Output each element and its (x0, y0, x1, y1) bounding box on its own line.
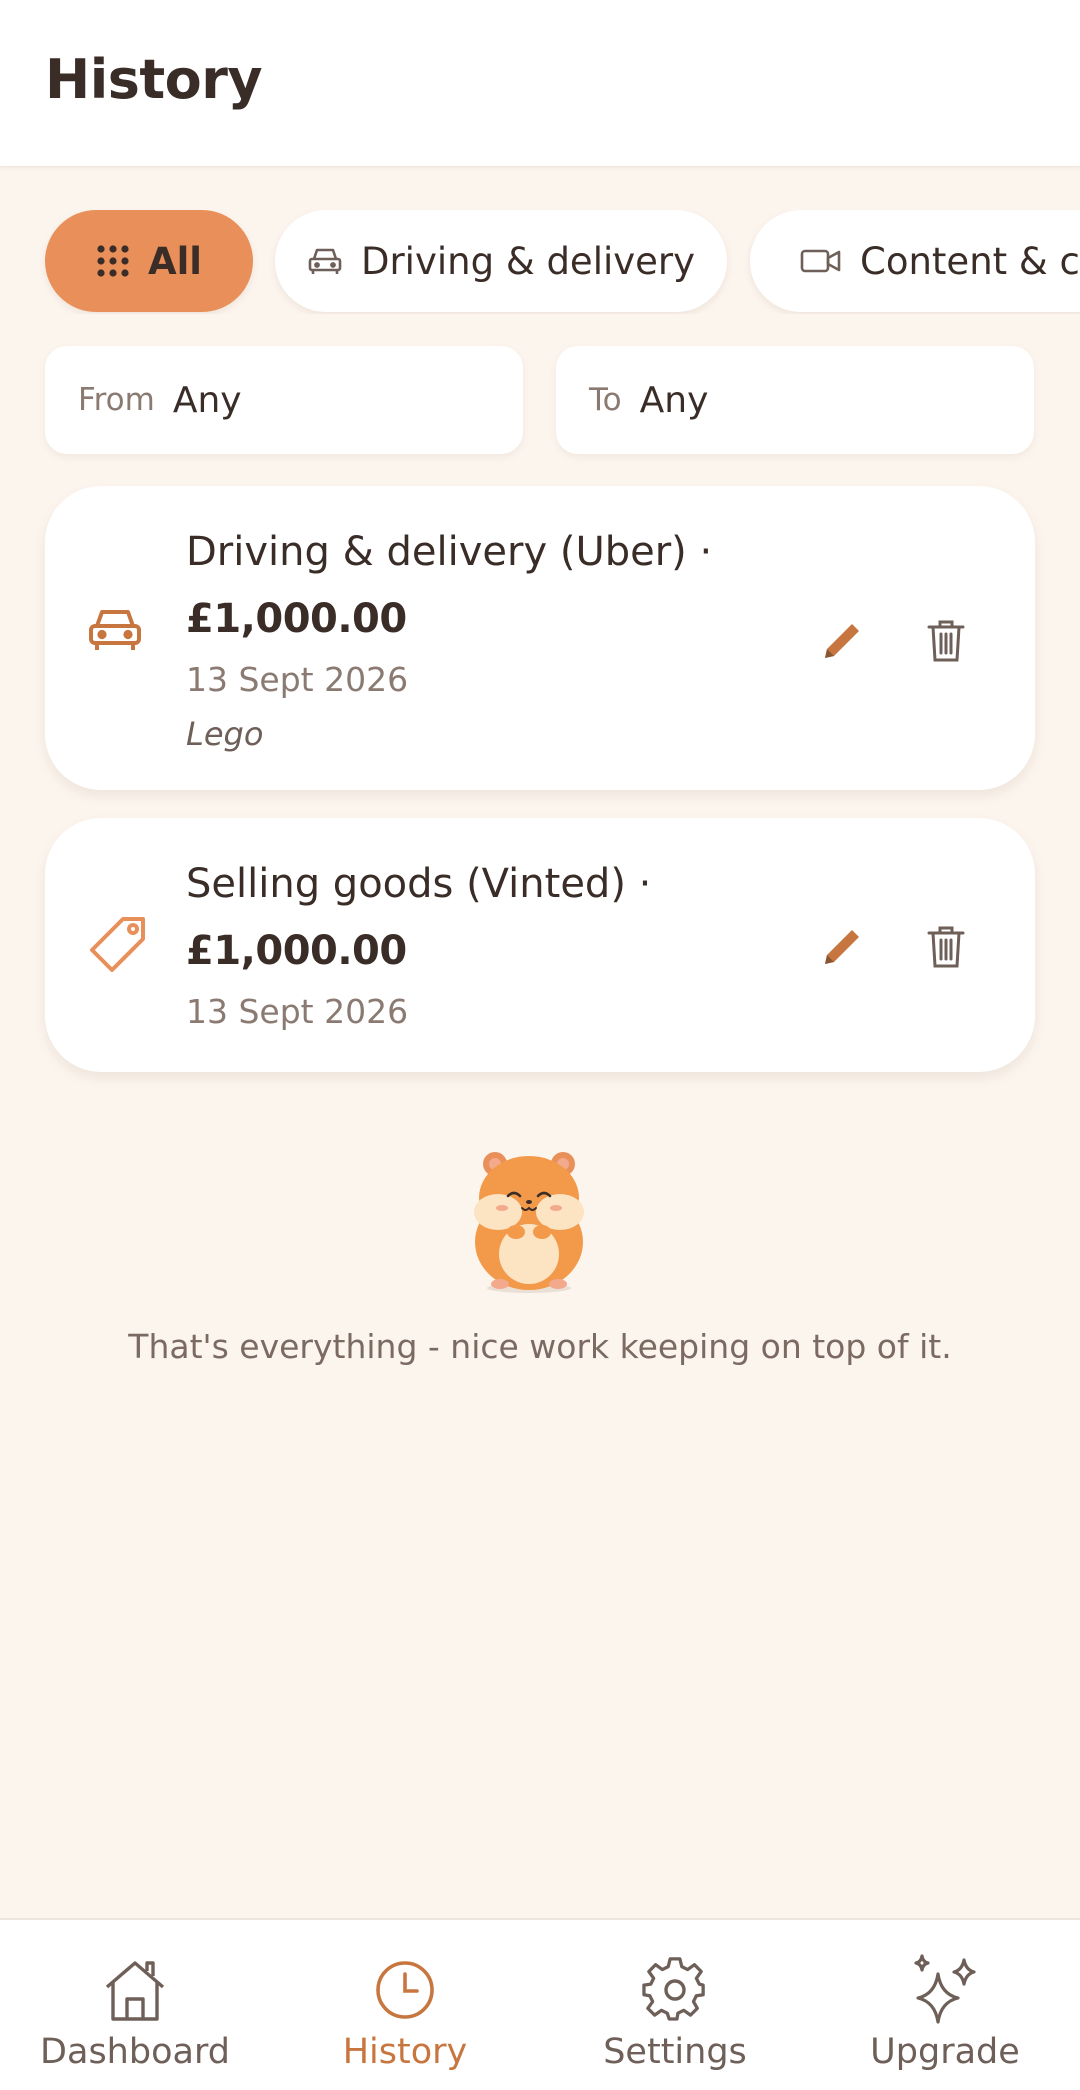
history-entry-card[interactable]: Selling goods (Vinted) · £1,000.00 13 Se… (45, 818, 1035, 1072)
category-filter-chips: All Driving & delivery Content & cre (0, 210, 1080, 314)
tag-icon (87, 913, 151, 981)
bottom-navigation: Dashboard History Settings Upgrade (0, 1918, 1080, 2090)
chip-content-creation[interactable]: Content & cre (750, 210, 1080, 312)
nav-label: Upgrade (870, 2032, 1020, 2072)
hamster-mascot-illustration (468, 1146, 590, 1296)
nav-label: Dashboard (40, 2032, 230, 2072)
page-title: History (45, 48, 263, 111)
empty-state-message: That's everything - nice work keeping on… (128, 1327, 952, 1366)
clock-icon (373, 1954, 437, 2026)
chip-all[interactable]: All (45, 210, 253, 312)
entry-date: 13 Sept 2026 (186, 660, 409, 699)
entry-title: Driving & delivery (Uber) · (186, 529, 713, 575)
entry-amount: £1,000.00 (186, 596, 407, 642)
nav-history[interactable]: History (270, 1920, 540, 2090)
history-entry-card[interactable]: Driving & delivery (Uber) · £1,000.00 13… (45, 486, 1035, 790)
chip-label: Driving & delivery (360, 239, 696, 283)
trash-icon (926, 924, 966, 974)
date-to-label: To (589, 382, 622, 418)
date-to-field[interactable]: To Any (556, 346, 1034, 454)
delete-button[interactable] (919, 616, 973, 670)
nav-label: History (342, 2032, 468, 2072)
car-icon (307, 245, 343, 277)
date-from-field[interactable]: From Any (45, 346, 523, 454)
app-header: History (0, 0, 1080, 167)
sparkles-icon (908, 1954, 982, 2026)
gear-icon (642, 1954, 708, 2026)
pencil-icon (819, 618, 865, 668)
entry-note: Lego (186, 715, 264, 753)
trash-icon (926, 618, 966, 668)
chip-label: All (147, 239, 202, 283)
nav-settings[interactable]: Settings (540, 1920, 810, 2090)
nav-dashboard[interactable]: Dashboard (0, 1920, 270, 2090)
date-from-value: Any (172, 379, 242, 421)
entry-amount: £1,000.00 (186, 928, 407, 974)
chip-label: Content & cre (860, 239, 1080, 283)
nav-upgrade[interactable]: Upgrade (810, 1920, 1080, 2090)
nav-label: Settings (603, 2032, 747, 2072)
entry-title: Selling goods (Vinted) · (186, 861, 652, 907)
pencil-icon (819, 924, 865, 974)
delete-button[interactable] (919, 922, 973, 976)
car-icon (87, 606, 143, 658)
video-camera-icon (800, 247, 842, 275)
date-from-label: From (78, 382, 155, 418)
grid-icon (96, 244, 130, 278)
chip-driving-delivery[interactable]: Driving & delivery (275, 210, 727, 312)
date-to-value: Any (639, 379, 709, 421)
edit-button[interactable] (815, 922, 869, 976)
edit-button[interactable] (815, 616, 869, 670)
home-icon (101, 1954, 169, 2026)
entry-date: 13 Sept 2026 (186, 992, 409, 1031)
